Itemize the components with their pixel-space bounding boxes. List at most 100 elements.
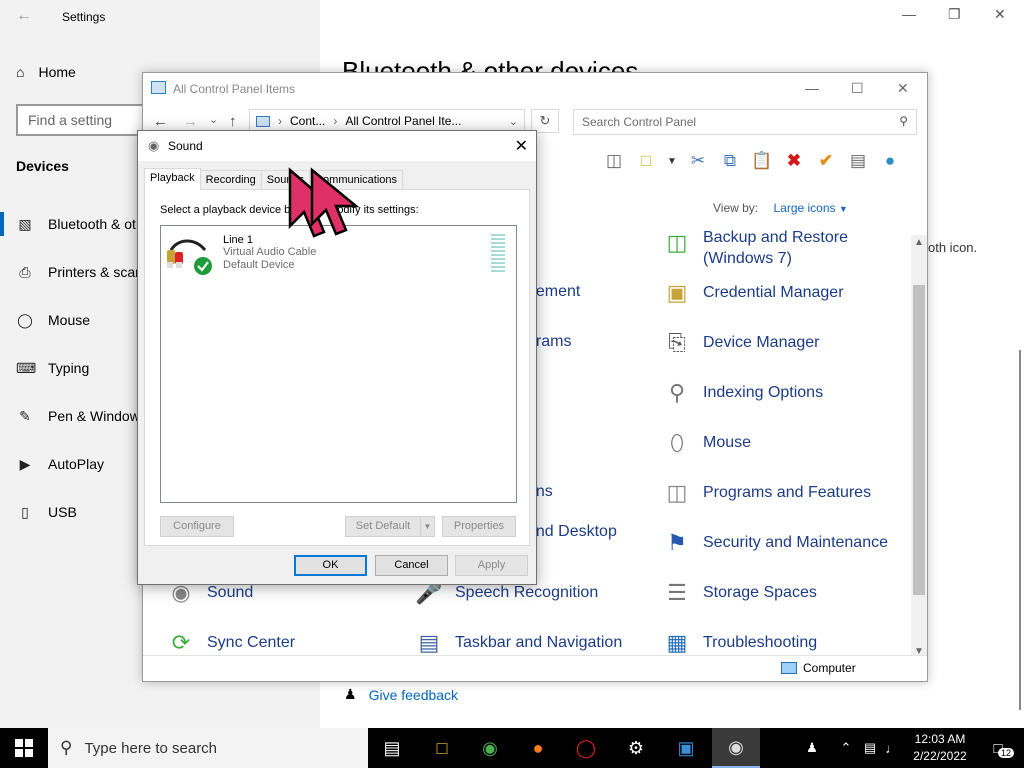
playback-device-list[interactable]: Line 1 Virtual Audio Cable Default Devic…	[160, 225, 517, 503]
taskbar-search-placeholder: Type here to search	[84, 739, 218, 757]
settings-gear-icon[interactable]: ⚙	[612, 728, 660, 768]
network-icon[interactable]: ▤	[860, 728, 880, 768]
folder-icon[interactable]: □	[635, 150, 657, 172]
cp-item-label: (Windows 7)	[703, 250, 792, 267]
cp-item-security-maintenance[interactable]: ⚑ Security and Maintenance	[661, 527, 888, 559]
search-icon[interactable]: ⚲	[899, 114, 908, 128]
control-panel-search-input[interactable]: Search Control Panel ⚲	[573, 109, 917, 135]
firefox-icon[interactable]: ●	[514, 728, 562, 768]
sound-dialog-titlebar: ◉ Sound ✕	[138, 131, 536, 161]
autoplay-icon: ▶	[19, 455, 31, 472]
maximize-icon[interactable]: ☐	[851, 80, 864, 97]
pen-icon: ✎	[19, 407, 31, 424]
properties-icon[interactable]: ▤	[847, 150, 869, 172]
home-nav-item[interactable]: ⌂ Home	[16, 64, 76, 80]
tab-playback[interactable]: Playback	[144, 168, 201, 190]
cp-item-label: Storage Spaces	[703, 584, 817, 601]
volume-meter	[491, 234, 505, 274]
audio-cable-icon	[165, 234, 213, 276]
breadcrumb-item[interactable]: All Control Panel Ite...	[345, 114, 461, 128]
mouse-icon: ⬯	[670, 430, 684, 455]
properties-button[interactable]: Properties	[442, 516, 516, 537]
ok-button[interactable]: OK	[294, 555, 367, 576]
configure-button[interactable]: Configure	[160, 516, 234, 537]
tab-recording[interactable]: Recording	[199, 170, 262, 190]
minimize-icon[interactable]: —	[902, 6, 916, 22]
cut-icon[interactable]: ✂	[687, 150, 709, 172]
cancel-button[interactable]: Cancel	[375, 555, 448, 576]
cp-item-indexing-options[interactable]: ⚲ Indexing Options	[661, 377, 823, 409]
notification-badge: 12	[998, 748, 1015, 758]
file-explorer-icon[interactable]: □	[418, 728, 466, 768]
control-panel-app-icon[interactable]: ▣	[662, 728, 710, 768]
minimize-icon[interactable]: —	[805, 80, 819, 96]
close-icon[interactable]: ✕	[994, 6, 1006, 23]
clock-date: 2/22/2022	[913, 749, 967, 763]
clock[interactable]: 12:03 AM 2/22/2022	[900, 731, 980, 765]
view-by-dropdown[interactable]: Large icons ▼	[773, 201, 847, 215]
cp-item-storage-spaces[interactable]: ☰ Storage Spaces	[661, 577, 817, 609]
cp-item-partial[interactable]: and Desktop	[527, 523, 617, 541]
restore-icon[interactable]: ❐	[948, 6, 961, 23]
search-placeholder: Search Control Panel	[582, 115, 697, 129]
forward-arrow-icon[interactable]: →	[183, 113, 198, 130]
breadcrumb-item[interactable]: Cont...	[290, 114, 325, 128]
settings-scrollbar[interactable]	[1019, 350, 1021, 710]
opera-icon[interactable]: ◯	[562, 728, 610, 768]
set-default-dropdown[interactable]: ▼	[420, 516, 435, 537]
cp-item-label: Troubleshooting	[703, 634, 818, 651]
people-icon[interactable]: ♟	[800, 728, 824, 768]
programs-icon: ◫	[666, 480, 688, 505]
task-view-icon[interactable]: ▤	[368, 728, 416, 768]
start-button[interactable]	[0, 728, 48, 768]
control-panel-icon	[256, 115, 270, 127]
cp-item-mouse[interactable]: ⬯ Mouse	[661, 427, 751, 459]
sound-app-icon[interactable]: ◉	[712, 728, 760, 768]
copy-icon[interactable]: ⧉	[719, 150, 741, 172]
status-bar: Computer	[143, 655, 927, 681]
volume-icon[interactable]: ♩	[882, 728, 902, 768]
chevron-up-icon[interactable]: ⌃	[836, 728, 856, 768]
bluetooth-icon: ▧	[18, 215, 32, 232]
cp-item-label: Speech Recognition	[455, 584, 599, 601]
notification-center-icon[interactable]: □ 12	[980, 728, 1016, 768]
close-icon[interactable]: ✕	[897, 80, 909, 97]
sidebar-item-label: Mouse	[48, 312, 91, 328]
clock-time: 12:03 AM	[914, 732, 966, 746]
scroll-up-icon[interactable]: ▲	[911, 237, 927, 248]
cp-item-backup[interactable]: ◫ Backup and Restore (Windows 7)	[661, 227, 848, 269]
set-default-button[interactable]: Set Default	[345, 516, 421, 537]
paste-icon[interactable]: 📋	[751, 150, 773, 172]
status-computer-label: Computer	[803, 661, 856, 675]
globe-icon[interactable]: ●	[879, 150, 901, 172]
breadcrumb-separator-icon: ›	[333, 114, 338, 128]
recent-dropdown-icon[interactable]: ⌄	[209, 113, 218, 126]
close-icon[interactable]: ✕	[515, 136, 528, 156]
cp-item-device-manager[interactable]: ⎘ Device Manager	[661, 327, 819, 359]
taskbar-search-input[interactable]: ⚲ Type here to search	[48, 728, 368, 768]
status-computer: Computer	[781, 661, 856, 675]
cp-item-label: Credential Manager	[703, 284, 844, 301]
preview-pane-icon[interactable]: ◫	[603, 150, 625, 172]
control-panel-scrollbar[interactable]: ▲ ▼	[911, 235, 927, 659]
sidebar-item-label: AutoPlay	[48, 456, 105, 472]
delete-icon[interactable]: ✖	[783, 150, 805, 172]
give-feedback-link[interactable]: ♟ Give feedback	[344, 686, 458, 703]
chrome-icon[interactable]: ◉	[466, 728, 514, 768]
sidebar-item-label: USB	[48, 504, 77, 520]
cp-item-programs-features[interactable]: ◫ Programs and Features	[661, 477, 871, 509]
feedback-label: Give feedback	[368, 686, 459, 703]
view-by-value: Large icons	[773, 201, 836, 215]
back-arrow-icon[interactable]: ←	[16, 7, 32, 25]
cp-item-label: Sound	[207, 584, 254, 601]
back-arrow-icon[interactable]: ←	[153, 113, 168, 130]
check-badge-icon	[194, 257, 212, 275]
up-arrow-icon[interactable]: ↑	[229, 113, 237, 130]
usb-icon: ▯	[21, 503, 29, 520]
checkmark-icon[interactable]: ✔	[815, 150, 837, 172]
apply-button[interactable]: Apply	[455, 555, 528, 576]
scrollbar-thumb[interactable]	[913, 285, 925, 595]
cp-item-credential-manager[interactable]: ▣ Credential Manager	[661, 277, 844, 309]
chevron-down-icon[interactable]: ⌄	[509, 115, 518, 128]
chevron-down-icon[interactable]: ▼	[667, 150, 677, 172]
